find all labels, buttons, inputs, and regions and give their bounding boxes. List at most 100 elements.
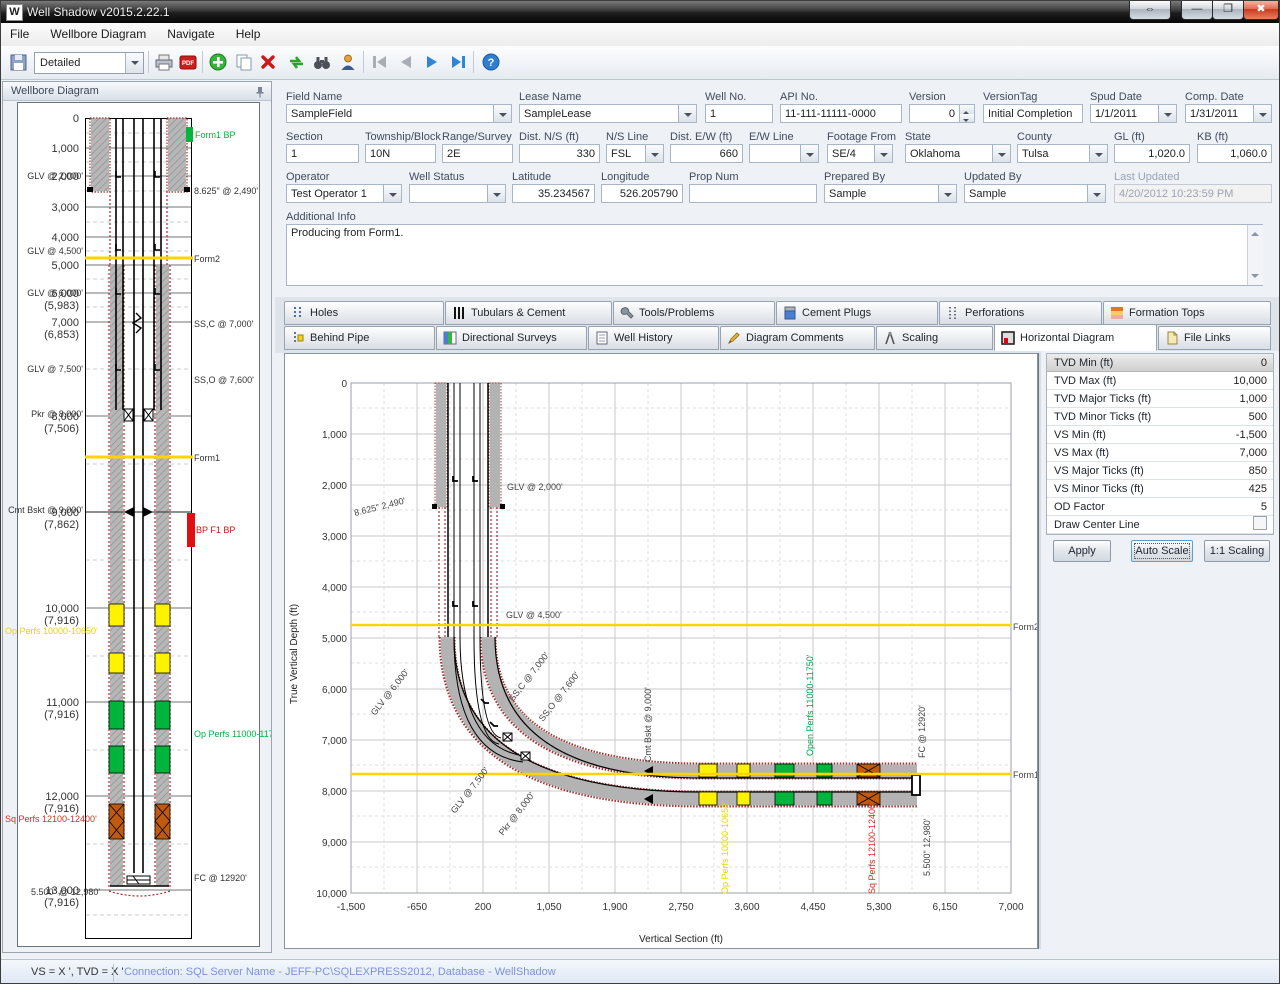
tab-directional-surveys[interactable]: Directional Surveys bbox=[436, 326, 587, 350]
state-input[interactable]: Oklahoma bbox=[905, 144, 1011, 163]
tab-file-links[interactable]: File Links bbox=[1158, 326, 1271, 350]
property-row[interactable]: TVD Min (ft)0 bbox=[1047, 354, 1273, 372]
restore-button[interactable]: ❐ bbox=[1212, 1, 1244, 20]
one-to-one-scaling-button[interactable]: 1:1 Scaling bbox=[1204, 540, 1270, 562]
chevron-down-icon[interactable] bbox=[800, 145, 818, 162]
tab-diagram-comments[interactable]: Diagram Comments bbox=[720, 326, 875, 350]
tab-behind-pipe[interactable]: Behind Pipe bbox=[284, 326, 435, 350]
ew-line-input[interactable] bbox=[749, 144, 819, 163]
tab-tubulars-cement[interactable]: Tubulars & Cement bbox=[445, 301, 612, 325]
operator-manager-button[interactable] bbox=[337, 51, 359, 73]
chevron-down-icon[interactable] bbox=[125, 53, 143, 73]
menu-file[interactable]: File bbox=[1, 23, 38, 46]
longitude-input[interactable]: 526.205790 bbox=[601, 184, 683, 203]
latitude-input[interactable]: 35.234567 bbox=[512, 184, 595, 203]
property-row[interactable]: VS Min (ft)-1,500 bbox=[1047, 426, 1273, 444]
save-button[interactable] bbox=[7, 51, 29, 73]
copy-button[interactable] bbox=[233, 51, 255, 73]
gl-input[interactable]: 1,020.0 bbox=[1114, 144, 1190, 163]
well-no-input[interactable]: 1 bbox=[705, 104, 773, 123]
tab-cement-plugs[interactable]: Cement Plugs bbox=[776, 301, 938, 325]
wellbore-diagram-header[interactable]: Wellbore Diagram bbox=[3, 82, 271, 101]
township-input[interactable]: 10N bbox=[365, 144, 436, 163]
nav-prev-button[interactable] bbox=[395, 51, 417, 73]
county-input[interactable]: Tulsa bbox=[1017, 144, 1108, 163]
menu-help[interactable]: Help bbox=[227, 23, 270, 46]
svg-text:3,000: 3,000 bbox=[322, 532, 347, 543]
prop-num-input[interactable] bbox=[689, 184, 817, 203]
chevron-down-icon[interactable] bbox=[1089, 145, 1107, 162]
chevron-down-icon[interactable] bbox=[1087, 185, 1105, 202]
print-button[interactable] bbox=[153, 51, 175, 73]
chevron-down-icon[interactable] bbox=[1158, 105, 1176, 122]
chevron-down-icon[interactable] bbox=[678, 105, 696, 122]
field-name-input[interactable]: SampleField bbox=[286, 104, 512, 123]
apply-button[interactable]: Apply bbox=[1053, 540, 1111, 562]
version-input[interactable]: 0 bbox=[909, 104, 975, 123]
footage-from-input[interactable]: SE/4 bbox=[827, 144, 893, 163]
property-row[interactable]: TVD Max (ft)10,000 bbox=[1047, 372, 1273, 390]
comp-date-input[interactable]: 1/31/2011 bbox=[1185, 104, 1272, 123]
export-pdf-button[interactable]: PDF bbox=[177, 51, 199, 73]
title-bar[interactable]: W Well Shadow v2015.2.22.1 ⇔ — ❐ ✖ bbox=[1, 1, 1279, 23]
property-row[interactable]: OD Factor5 bbox=[1047, 498, 1273, 516]
chevron-down-icon[interactable] bbox=[383, 185, 401, 202]
section-input[interactable]: 1 bbox=[286, 144, 359, 163]
refresh-button[interactable] bbox=[285, 51, 307, 73]
delete-button[interactable] bbox=[257, 51, 279, 73]
nav-first-button[interactable] bbox=[369, 51, 391, 73]
scroll-up-icon[interactable] bbox=[1251, 228, 1259, 236]
tab-well-history[interactable]: Well History bbox=[588, 326, 719, 350]
chevron-down-icon[interactable] bbox=[874, 145, 892, 162]
range-input[interactable]: 2E bbox=[442, 144, 513, 163]
versiontag-input[interactable]: Initial Completion bbox=[983, 104, 1083, 123]
add-button[interactable] bbox=[207, 51, 229, 73]
chevron-down-icon[interactable] bbox=[487, 185, 505, 202]
ns-line-input[interactable]: FSL bbox=[606, 144, 664, 163]
property-row[interactable]: TVD Major Ticks (ft)1,000 bbox=[1047, 390, 1273, 408]
chevron-down-icon[interactable] bbox=[938, 185, 956, 202]
spinner-arrows-icon[interactable] bbox=[959, 105, 974, 122]
scroll-down-icon[interactable] bbox=[1251, 274, 1259, 282]
prepared-by-input[interactable]: Sample bbox=[824, 184, 957, 203]
lease-name-input[interactable]: SampleLease bbox=[519, 104, 697, 123]
well-status-input[interactable] bbox=[409, 184, 506, 203]
property-row-draw-center-line[interactable]: Draw Center Line bbox=[1047, 516, 1273, 534]
tab-scaling[interactable]: Scaling bbox=[876, 326, 993, 350]
spud-date-input[interactable]: 1/1/2011 bbox=[1090, 104, 1177, 123]
additional-info-input[interactable]: Producing from Form1. bbox=[286, 224, 1263, 286]
pin-icon[interactable] bbox=[255, 86, 265, 98]
menu-wellbore-diagram[interactable]: Wellbore Diagram bbox=[41, 23, 155, 46]
property-row[interactable]: VS Max (ft)7,000 bbox=[1047, 444, 1273, 462]
property-row[interactable]: VS Major Ticks (ft)850 bbox=[1047, 462, 1273, 480]
chevron-down-icon[interactable] bbox=[1253, 105, 1271, 122]
updated-by-input[interactable]: Sample bbox=[964, 184, 1106, 203]
chevron-down-icon[interactable] bbox=[992, 145, 1010, 162]
nav-last-button[interactable] bbox=[447, 51, 469, 73]
tab-formation-tops[interactable]: Formation Tops bbox=[1103, 301, 1271, 325]
tab-horizontal-diagram[interactable]: Horizontal Diagram bbox=[994, 324, 1157, 351]
tab-holes[interactable]: Holes bbox=[284, 301, 444, 325]
chevron-down-icon[interactable] bbox=[645, 145, 663, 162]
dist-ew-input[interactable]: 660 bbox=[670, 144, 743, 163]
minimize-button[interactable]: — bbox=[1181, 1, 1213, 20]
chevron-down-icon[interactable] bbox=[493, 105, 511, 122]
diagram-view-combo[interactable]: Detailed bbox=[34, 52, 144, 74]
property-row[interactable]: TVD Minor Ticks (ft)500 bbox=[1047, 408, 1273, 426]
property-row[interactable]: VS Minor Ticks (ft)425 bbox=[1047, 480, 1273, 498]
tab-perforations[interactable]: Perforations bbox=[939, 301, 1102, 325]
api-no-input[interactable]: 11-111-11111-0000 bbox=[780, 104, 902, 123]
memo-scrollbar[interactable] bbox=[1247, 225, 1263, 285]
operator-input[interactable]: Test Operator 1 bbox=[286, 184, 402, 203]
draw-center-line-checkbox[interactable] bbox=[1253, 516, 1267, 530]
find-button[interactable] bbox=[311, 51, 333, 73]
resize-arrows-button[interactable]: ⇔ bbox=[1129, 1, 1171, 20]
kb-input[interactable]: 1,060.0 bbox=[1197, 144, 1272, 163]
dist-ns-input[interactable]: 330 bbox=[519, 144, 600, 163]
help-button[interactable]: ? bbox=[480, 51, 502, 73]
menu-navigate[interactable]: Navigate bbox=[158, 23, 223, 46]
close-button[interactable]: ✖ bbox=[1243, 1, 1279, 20]
auto-scale-button[interactable]: Auto Scale bbox=[1131, 540, 1193, 562]
nav-next-button[interactable] bbox=[421, 51, 443, 73]
tab-tools-problems[interactable]: Tools/Problems bbox=[613, 301, 775, 325]
